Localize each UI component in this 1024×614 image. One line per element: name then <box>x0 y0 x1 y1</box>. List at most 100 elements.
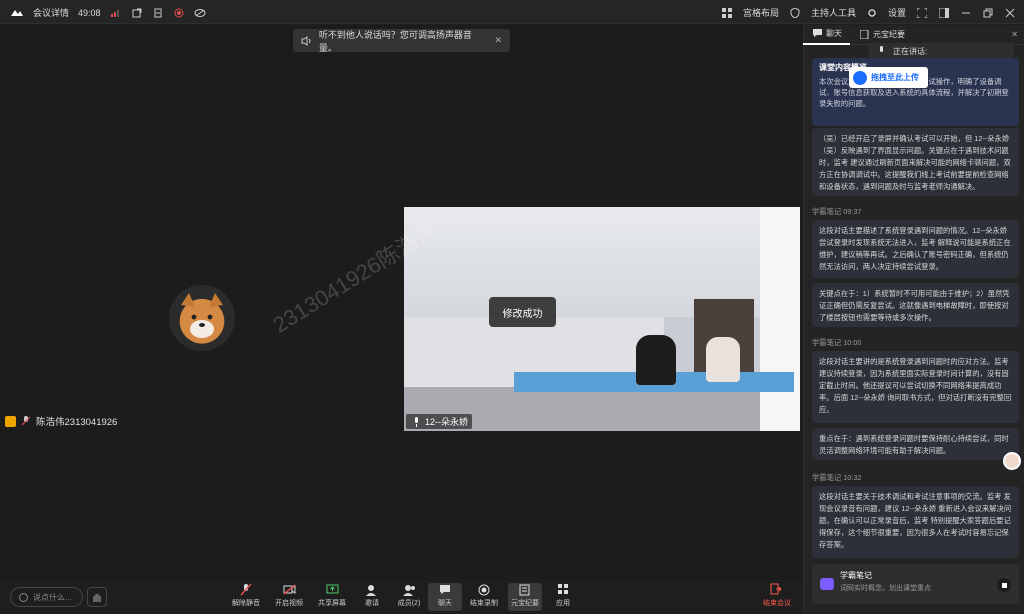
note-tag-label: 学霸笔记 <box>812 207 842 216</box>
stop-recording-label: 结束录制 <box>470 600 498 607</box>
note-card: 关键点在于：1）系统暂时不可用可能由于维护；2）虽然凭证正确但仍需反复尝试。这就… <box>812 283 1019 327</box>
camera-off-icon <box>282 583 296 596</box>
tab-chat[interactable]: 聊天 <box>803 25 850 45</box>
study-note-bar[interactable]: 学霸笔记 词网实时概念，划出课堂重点 <box>812 564 1019 604</box>
members-icon <box>402 583 416 596</box>
panel-close-icon[interactable]: ✕ <box>1011 30 1018 39</box>
apps-button[interactable]: 应用 <box>546 583 580 611</box>
document-icon[interactable] <box>152 7 164 19</box>
record-stop-icon <box>477 583 491 596</box>
toast-close-icon[interactable]: ✕ <box>494 35 502 46</box>
participant-name-host: 陈浩伟2313041926 <box>5 414 117 428</box>
chat-icon <box>438 583 452 596</box>
note-time: 10:00 <box>843 338 862 347</box>
chat-button[interactable]: 聊天 <box>428 583 462 611</box>
meeting-timer: 49:08 <box>78 7 101 18</box>
note-time: 10:32 <box>843 473 862 482</box>
avatar <box>169 285 235 351</box>
members-button[interactable]: 成员(2) <box>392 583 426 611</box>
share-screen-button[interactable]: 共享屏幕 <box>315 583 349 611</box>
note-time: 09:37 <box>843 207 862 216</box>
note-card: 这段对话主要描述了系统登录遇到问题的情况。12--朵永娇 尝试登录时发现系统无法… <box>812 220 1019 278</box>
mic-muted-icon <box>20 415 32 427</box>
end-meeting-label: 结束会议 <box>763 600 791 607</box>
student-figure <box>706 337 740 382</box>
chat-icon <box>811 28 823 40</box>
apps-label: 应用 <box>556 600 570 607</box>
speaking-label: 正在讲话: <box>893 46 928 56</box>
sidebar-toggle-icon[interactable] <box>938 7 950 19</box>
panel-tabs: 聊天 元宝纪要 ✕ <box>803 25 1024 45</box>
raise-hand-button[interactable] <box>87 587 107 607</box>
note-tag: 学霸笔记 09:37 <box>812 207 861 217</box>
invite-button[interactable]: 邀请 <box>355 583 389 611</box>
smile-icon <box>17 591 29 603</box>
unmute-button[interactable]: 解除静音 <box>229 583 263 611</box>
unmute-label: 解除静音 <box>232 600 260 607</box>
classroom-window <box>760 207 800 431</box>
participant-name-label: 12--朵永娇 <box>425 417 469 427</box>
participant-name-label: 陈浩伟2313041926 <box>36 417 118 428</box>
end-meeting-button[interactable]: 结束会议 <box>760 583 794 611</box>
toast-text: 听不到他人说话吗？您可调高扬声器音量。 <box>318 29 472 53</box>
speak-input[interactable]: 说点什么... <box>10 587 83 607</box>
note-text: 关键点在于：1）系统暂时不可用可能由于维护；2）虽然凭证正确但仍需反复尝试。这就… <box>819 289 1010 322</box>
upload-drop-button[interactable]: 拖拽至此上传 <box>849 67 928 88</box>
restore-icon[interactable] <box>982 7 994 19</box>
apps-icon <box>556 583 570 596</box>
note-tag-label: 学霸笔记 <box>812 338 842 347</box>
stop-recording-button[interactable]: 结束录制 <box>467 583 501 611</box>
stop-icon <box>1001 582 1007 588</box>
ai-icon[interactable] <box>194 7 206 19</box>
note-text: 这段对话主要关于技术调试和考试注意事项的交流。监考 发现会议录音有问题，建议 1… <box>819 492 1012 549</box>
host-tools-button[interactable]: 主持人工具 <box>811 6 856 19</box>
record-icon[interactable] <box>173 7 185 19</box>
assistant-avatar[interactable] <box>1003 452 1021 470</box>
settings-button[interactable]: 设置 <box>888 6 906 19</box>
mic-muted-icon <box>239 583 253 596</box>
cloud-upload-icon <box>853 70 867 85</box>
chat-label: 聊天 <box>438 600 452 607</box>
study-note-icon <box>820 578 834 590</box>
speaker-icon <box>301 35 313 47</box>
yuanbao-summary-label: 元宝纪要 <box>511 600 539 607</box>
yuanbao-summary-button[interactable]: 元宝纪要 <box>508 583 542 611</box>
note-card: 这段对话主要讲的是系统登录遇到问题时的应对方法。监考 建议持续登录，因为系统里面… <box>812 351 1019 423</box>
top-bar: 会议详情 49:08 宫格布局 主持人工具 设置 <box>0 0 1024 24</box>
mic-icon <box>410 416 422 428</box>
minimize-icon[interactable] <box>960 7 972 19</box>
layout-button[interactable]: 宫格布局 <box>743 6 779 19</box>
share-link-icon[interactable] <box>131 7 143 19</box>
study-note-sub: 词网实时概念，划出课堂重点 <box>840 585 931 592</box>
share-screen-label: 共享屏幕 <box>318 600 346 607</box>
grid-layout-icon <box>721 7 733 19</box>
stop-note-button[interactable] <box>997 578 1011 592</box>
summary-icon <box>518 583 532 596</box>
tab-yuanbao-label: 元宝纪要 <box>873 30 905 39</box>
note-tag: 学霸笔记 10:00 <box>812 338 861 348</box>
tencent-meeting-logo <box>11 9 23 16</box>
summary-icon <box>858 29 870 41</box>
gear-icon <box>866 7 878 19</box>
close-icon[interactable] <box>1004 7 1016 19</box>
note-tag-label: 学霸笔记 <box>812 473 842 482</box>
shield-icon <box>789 7 801 19</box>
tab-yuanbao[interactable]: 元宝纪要 <box>850 25 913 45</box>
add-user-icon <box>365 583 379 596</box>
student-figure <box>636 335 676 385</box>
meeting-info-button[interactable]: 会议详情 <box>33 6 69 19</box>
note-card: 重点在于：遇到系统登录问题时要保持耐心持续尝试，同时灵活调整网络环境可能有助于解… <box>812 428 1019 460</box>
note-tag: 学霸笔记 10:32 <box>812 473 861 483</box>
success-toast: 修改成功 <box>489 297 556 327</box>
mic-icon <box>875 45 887 57</box>
signal-icon[interactable] <box>110 7 122 19</box>
volume-toast: 听不到他人说话吗？您可调高扬声器音量。 ✕ <box>293 29 510 53</box>
upload-label: 拖拽至此上传 <box>871 73 919 82</box>
participant-tile-video[interactable] <box>404 207 800 431</box>
note-text: 重点在于：遇到系统登录问题时要保持耐心持续尝试，同时灵活调整网络环境可能有助于解… <box>819 434 1009 455</box>
participant-name-video: 12--朵永娇 <box>406 414 473 429</box>
study-note-title: 学霸笔记 <box>840 571 872 580</box>
start-video-button[interactable]: 开启视频 <box>272 583 306 611</box>
fullscreen-icon[interactable] <box>916 7 928 19</box>
note-card: 这段对话主要关于技术调试和考试注意事项的交流。监考 发现会议录音有问题，建议 1… <box>812 486 1019 558</box>
